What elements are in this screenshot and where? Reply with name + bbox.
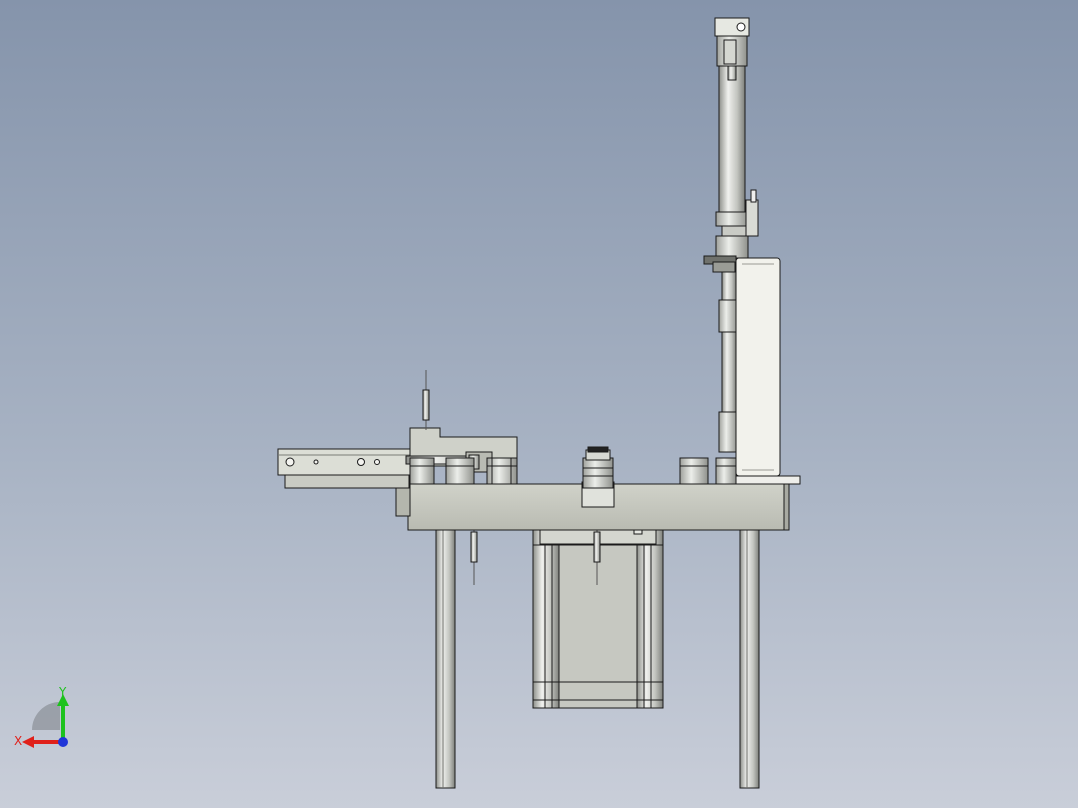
guide-rail (703, 255, 738, 453)
x-axis-arrowhead (22, 736, 34, 748)
feeder-slide (277, 448, 411, 489)
triad-quarter-disc (32, 702, 60, 730)
bushing-2 (445, 457, 475, 485)
bushing-1 (409, 457, 435, 485)
panel-base-flange (735, 475, 801, 485)
y-axis-label: Y (58, 685, 67, 699)
cad-viewport[interactable]: Y X (0, 0, 1078, 808)
bushing-4 (679, 457, 709, 485)
bracket-pin (422, 370, 430, 430)
axis-triad: Y X (14, 685, 69, 748)
z-axis-dot (58, 737, 68, 747)
machine-assembly-model[interactable] (0, 0, 1078, 808)
vertical-panel (735, 257, 781, 477)
bushing-5 (715, 457, 737, 485)
right-support-leg (739, 529, 760, 789)
center-spindle (581, 446, 615, 508)
bushing-3 (486, 457, 518, 485)
vertical-actuator (714, 17, 759, 259)
lower-probe-left (470, 530, 478, 585)
x-axis-label: X (14, 734, 22, 748)
left-support-leg (435, 529, 456, 789)
